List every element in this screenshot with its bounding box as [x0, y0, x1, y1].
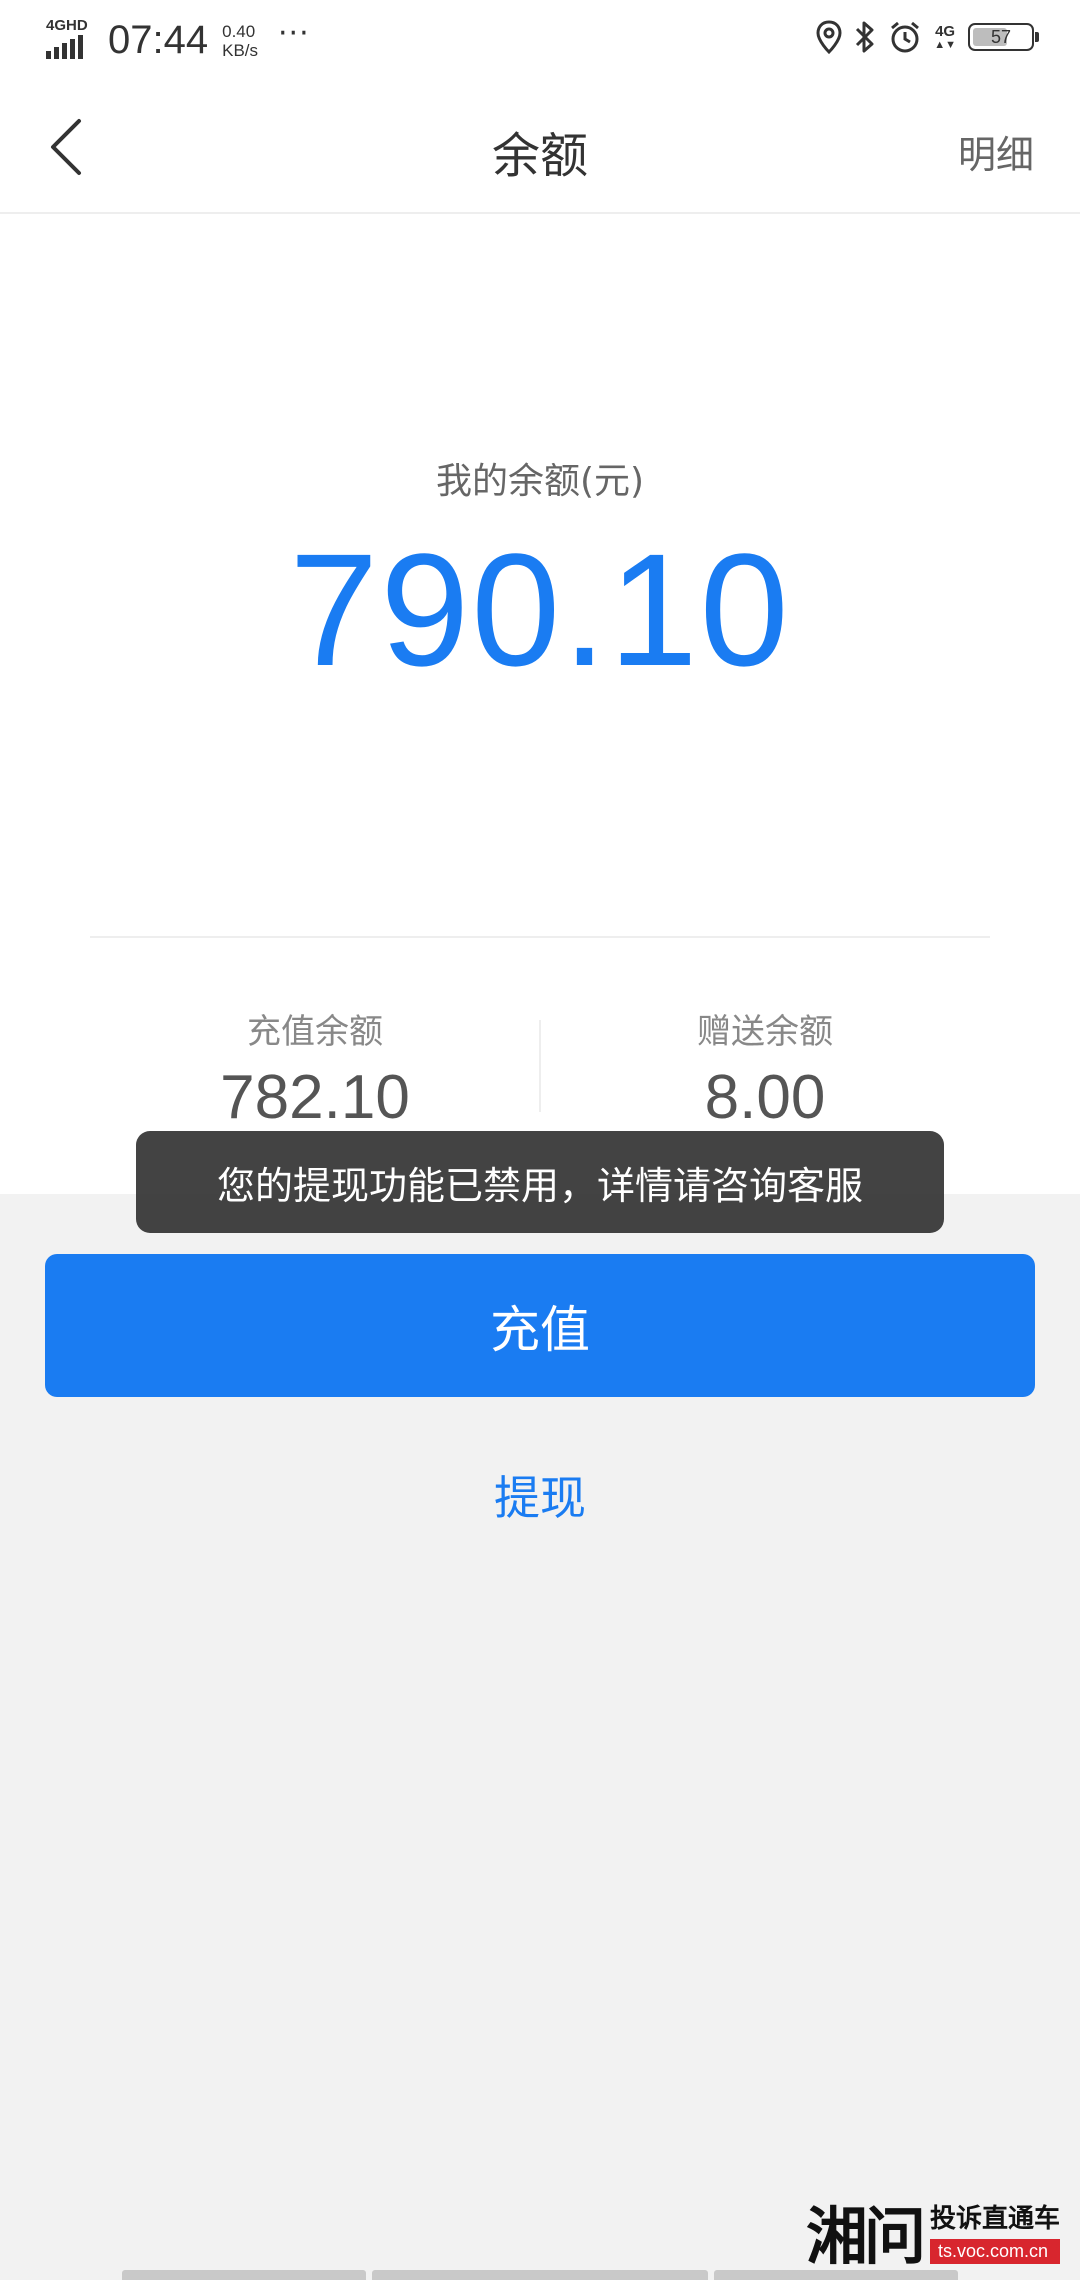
- location-icon: [816, 20, 842, 54]
- mobile-data-icon: 4G ▲▼: [934, 22, 956, 51]
- bottom-bar-segment: [372, 2270, 708, 2280]
- balance-label: 我的余额(元): [435, 461, 645, 502]
- gift-balance-label: 赠送余额: [697, 1012, 833, 1052]
- detail-button[interactable]: 明细: [958, 124, 1034, 179]
- status-bar: 4GHD 07:44 0.40 KB/s ··· 4G ▲▼ 57: [0, 0, 1080, 84]
- bottom-bar-segment: [122, 2270, 366, 2280]
- watermark-text: 投诉直通车: [929, 2204, 1060, 2234]
- speed-value: 0.40: [222, 21, 256, 41]
- bluetooth-icon: [856, 21, 874, 53]
- status-bar-right: 4G ▲▼ 57: [816, 20, 1039, 54]
- recharge-button[interactable]: 充值: [45, 1254, 1035, 1397]
- nav-bar: 余额 明细: [0, 84, 1080, 214]
- more-notifications-icon: ···: [278, 16, 310, 51]
- watermark-text-block: 投诉直通车 ts.voc.com.cn: [929, 2198, 1060, 2264]
- speed-unit: KB/s: [222, 40, 259, 60]
- status-bar-left: 4GHD 07:44 0.40 KB/s ···: [46, 16, 310, 63]
- balance-value: 790.10: [289, 520, 791, 699]
- watermark-url: ts.voc.com.cn: [929, 2239, 1060, 2264]
- bottom-bar-segment: [714, 2270, 958, 2280]
- alarm-icon: [891, 21, 920, 53]
- gift-balance: 赠送余额 8.00: [540, 1004, 990, 1133]
- withdraw-link[interactable]: 提现: [0, 1462, 1080, 1528]
- recharge-balance-label: 充值余额: [247, 1012, 383, 1052]
- status-time: 07:44: [108, 18, 209, 62]
- network-speed: 0.40 KB/s: [222, 22, 258, 60]
- battery-level: 57: [990, 26, 1012, 47]
- recharge-balance-value: 782.10: [220, 1063, 410, 1132]
- battery-icon: 57: [968, 23, 1039, 51]
- gift-balance-value: 8.00: [704, 1063, 826, 1132]
- divider: [90, 936, 990, 938]
- signal-icon: 4GHD: [46, 16, 100, 63]
- toast-message: 您的提现功能已禁用，详情请咨询客服: [136, 1131, 944, 1233]
- page-title: 余额: [491, 128, 588, 184]
- recharge-balance: 充值余额 782.10: [90, 1004, 540, 1133]
- network-type: 4GHD: [46, 16, 88, 34]
- watermark-logo: 湘问: [805, 2200, 926, 2273]
- watermark: 湘问 投诉直通车 ts.voc.com.cn: [806, 2186, 1060, 2276]
